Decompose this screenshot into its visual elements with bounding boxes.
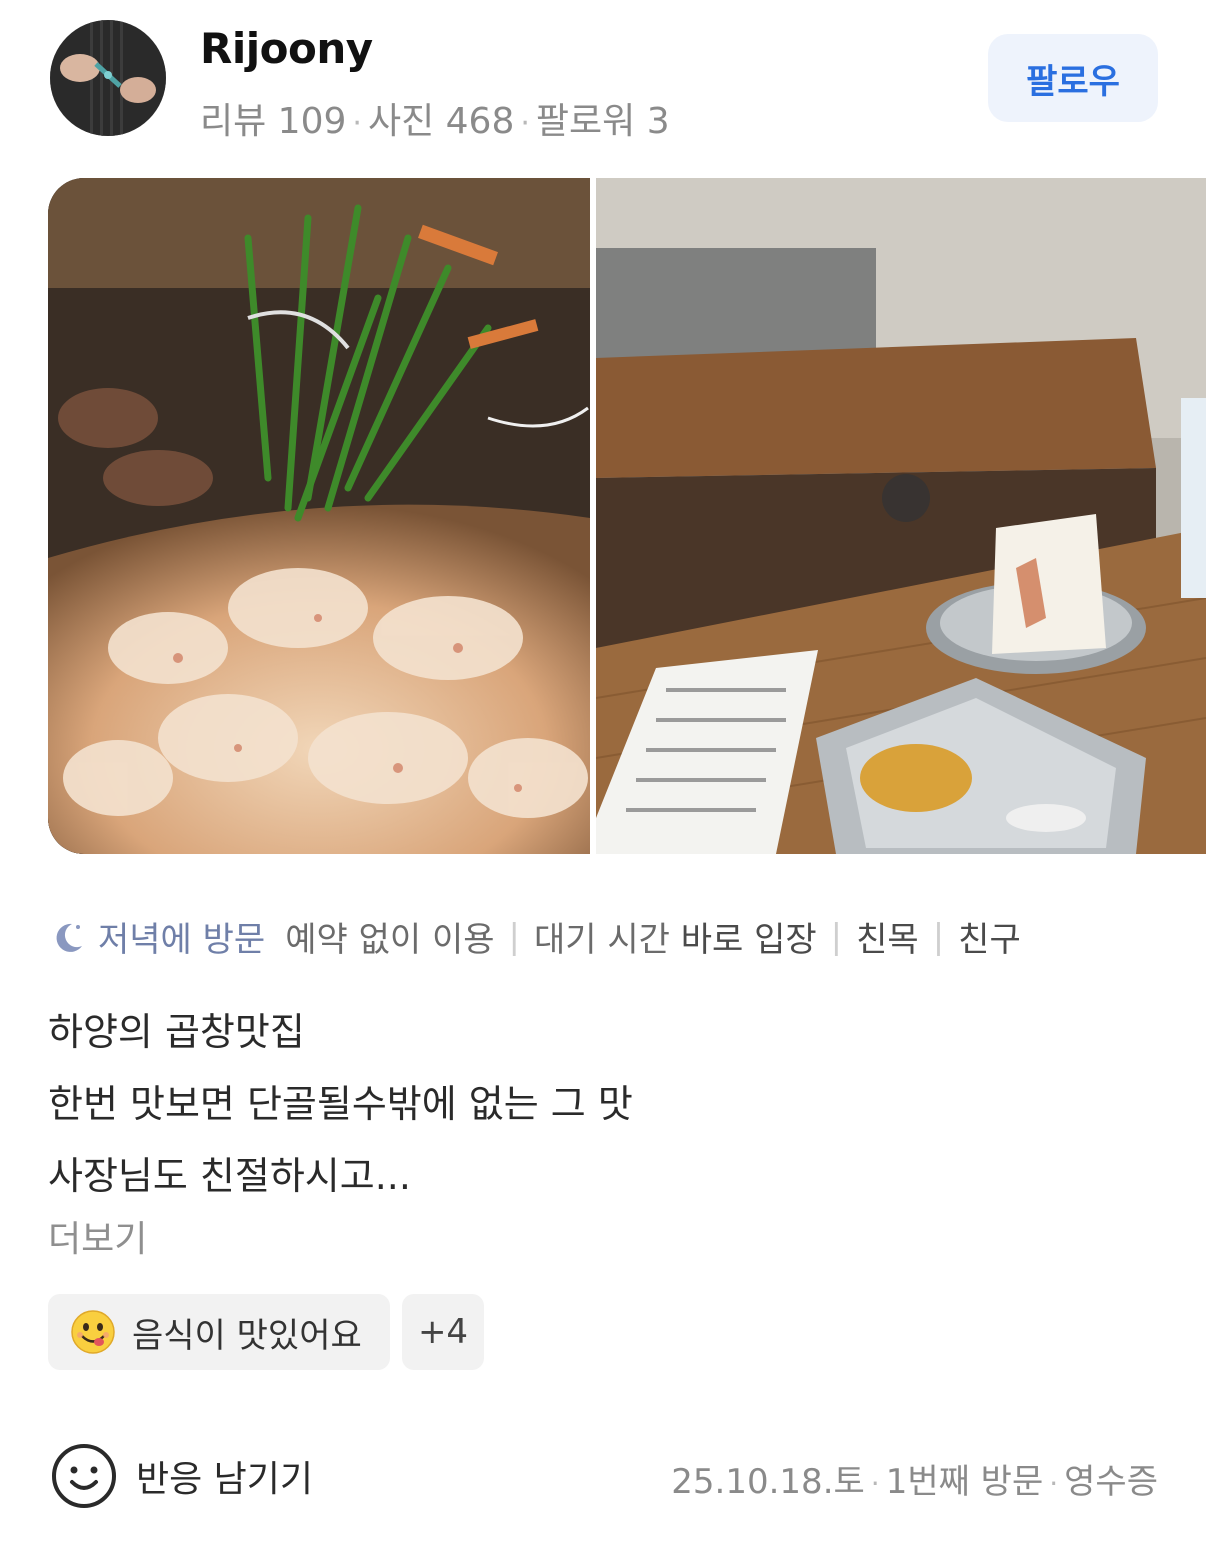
separator: | [830,916,843,957]
visit-companion-text: 친구 [958,920,1021,960]
visit-reservation: 예약 없이 이용 [285,920,495,960]
photo-count: 사진 468 [367,101,515,142]
moon-icon [56,923,82,952]
visit-purpose-text: 친목 [856,920,919,960]
leave-reaction-button[interactable]: 반응 남기기 [50,1442,313,1510]
visit-info: 저녁에 방문 예약 없이 이용 | 대기 시간 바로 입장 | 친목 | 친구 [50,912,1021,961]
user-stats: 리뷰 109 · 사진 468 · 팔로워 3 [200,92,670,144]
review-line: 사장님도 친절하시고... [48,1154,411,1198]
more-button[interactable]: 더보기 [48,1210,147,1262]
avatar[interactable] [50,20,166,136]
visit-purpose: 친목 [856,912,919,961]
follower-count: 팔로워 3 [535,101,670,142]
separator-dot: · [870,1467,880,1500]
follow-button[interactable]: 팔로우 [988,34,1158,122]
wait-time-label: 대기 시간 [533,920,670,960]
avatar-image [50,20,166,136]
separator-dot: · [1049,1467,1059,1500]
more-tags-button[interactable]: +4 [402,1294,484,1370]
leave-reaction-label: 반응 남기기 [136,1459,314,1500]
table-image [596,178,1206,854]
separator-dot: · [352,106,362,141]
food-image [48,178,590,854]
review-line: 하양의 곱창맛집 [48,1010,305,1054]
separator: | [932,916,945,957]
visit-companion: 친구 [958,912,1021,961]
photo-gallery[interactable] [48,178,1206,854]
review-text[interactable]: 하양의 곱창맛집 한번 맛보면 단골될수밖에 없는 그 맛 사장님도 친절하시고… [48,996,633,1212]
visit-time: 저녁에 방문 [98,920,266,960]
smiley-icon [52,1444,116,1508]
verification-type[interactable]: 영수증 [1064,1462,1158,1502]
visit-date: 25.10.18.토 [671,1462,865,1502]
wait-time-value-text: 바로 입장 [680,920,817,960]
visit-count: 1번째 방문 [885,1462,1044,1502]
table-receipt-photo[interactable] [596,178,1206,854]
wait-time-value: 바로 입장 [681,912,817,961]
review-count: 리뷰 109 [200,101,347,142]
yum-emoji-icon [71,1310,115,1354]
review-tag-label: 음식이 맛있어요 [132,1315,362,1356]
grilled-gopchang-photo[interactable] [48,178,590,854]
separator: | [508,916,520,957]
review-line: 한번 맛보면 단골될수밖에 없는 그 맛 [48,1082,633,1126]
review-header: Rijoony 리뷰 109 · 사진 468 · 팔로워 3 팔로우 [48,18,1158,142]
username[interactable]: Rijoony [200,24,373,73]
visit-meta-footer: 25.10.18.토 · 1번째 방문 · 영수증 [671,1454,1158,1503]
review-tag[interactable]: 음식이 맛있어요 [48,1294,390,1370]
separator-dot: · [520,106,530,141]
